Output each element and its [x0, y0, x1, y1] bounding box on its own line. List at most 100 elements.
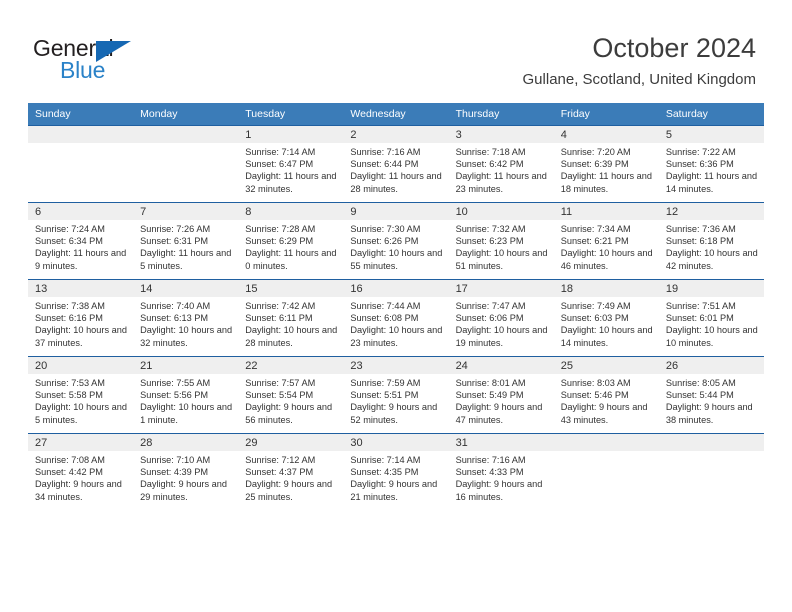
sunrise-text: Sunrise: 7:14 AM	[350, 455, 421, 465]
day-number	[133, 126, 239, 143]
calendar-day-cell[interactable]: 19 Sunrise: 7:51 AM Sunset: 6:01 PM Dayligh…	[658, 279, 764, 357]
weekday-header-saturday: Saturday	[658, 103, 764, 126]
calendar-day-cell[interactable]: 8 Sunrise: 7:28 AM Sunset: 6:29 PM Daylight…	[238, 202, 344, 280]
day-details: Sunrise: 7:47 AM Sunset: 6:06 PM Daylight:…	[449, 297, 554, 349]
calendar-day-cell[interactable]: 1 Sunrise: 7:14 AM Sunset: 6:47 PM Daylight…	[238, 125, 344, 203]
calendar-day-cell[interactable]: 3 Sunrise: 7:18 AM Sunset: 6:42 PM Daylight…	[448, 125, 554, 203]
calendar-day-cell[interactable]: 30 Sunrise: 7:14 AM Sunset: 4:35 PM Dayligh…	[343, 433, 449, 510]
day-details: Sunrise: 7:26 AM Sunset: 6:31 PM Daylight:…	[133, 220, 238, 272]
day-cell-inner: 21 Sunrise: 7:55 AM Sunset: 5:56 PM Dayligh…	[133, 357, 239, 433]
daylight-text: Daylight: 10 hours and 1 minute.	[140, 402, 233, 425]
calendar-day-cell[interactable]: 26 Sunrise: 8:05 AM Sunset: 5:44 PM Dayligh…	[658, 356, 764, 434]
sunrise-text: Sunrise: 7:59 AM	[350, 378, 421, 388]
sunset-text: Sunset: 5:58 PM	[35, 390, 103, 401]
calendar-day-cell[interactable]: 6 Sunrise: 7:24 AM Sunset: 6:34 PM Daylight…	[28, 202, 134, 280]
day-details: Sunrise: 7:44 AM Sunset: 6:08 PM Daylight:…	[343, 297, 448, 349]
calendar-day-cell[interactable]: 10 Sunrise: 7:32 AM Sunset: 6:23 PM Dayligh…	[448, 202, 554, 280]
day-cell-inner: 7 Sunrise: 7:26 AM Sunset: 6:31 PM Daylight…	[133, 203, 239, 279]
day-cell-inner: 17 Sunrise: 7:47 AM Sunset: 6:06 PM Dayligh…	[448, 280, 554, 356]
calendar-day-cell[interactable]: 18 Sunrise: 7:49 AM Sunset: 6:03 PM Dayligh…	[553, 279, 659, 357]
day-number: 25	[553, 357, 659, 374]
calendar-day-cell[interactable]: 16 Sunrise: 7:44 AM Sunset: 6:08 PM Dayligh…	[343, 279, 449, 357]
sunrise-sunset-calendar: Sunday Monday Tuesday Wednesday Thursday…	[28, 103, 764, 510]
calendar-week-row: 6 Sunrise: 7:24 AM Sunset: 6:34 PM Daylight…	[28, 202, 764, 280]
calendar-day-cell[interactable]: 14 Sunrise: 7:40 AM Sunset: 6:13 PM Dayligh…	[133, 279, 239, 357]
day-cell-inner	[28, 126, 134, 202]
sunset-text: Sunset: 5:54 PM	[245, 390, 314, 401]
calendar-day-cell[interactable]: 24 Sunrise: 8:01 AM Sunset: 5:49 PM Dayligh…	[448, 356, 554, 434]
calendar-day-cell-empty	[658, 433, 764, 510]
sunrise-text: Sunrise: 7:26 AM	[140, 224, 211, 234]
calendar-day-cell[interactable]: 25 Sunrise: 8:03 AM Sunset: 5:46 PM Dayligh…	[553, 356, 659, 434]
day-details: Sunrise: 7:32 AM Sunset: 6:23 PM Daylight:…	[449, 220, 554, 272]
calendar-day-cell[interactable]: 7 Sunrise: 7:26 AM Sunset: 6:31 PM Daylight…	[133, 202, 239, 280]
day-number: 8	[238, 203, 344, 220]
calendar-day-cell[interactable]: 23 Sunrise: 7:59 AM Sunset: 5:51 PM Dayligh…	[343, 356, 449, 434]
logo-text-blue: Blue	[60, 57, 106, 83]
day-number: 19	[658, 280, 764, 297]
day-number: 1	[238, 126, 344, 143]
day-cell-inner: 5 Sunrise: 7:22 AM Sunset: 6:36 PM Daylight…	[658, 126, 764, 202]
calendar-day-cell[interactable]: 9 Sunrise: 7:30 AM Sunset: 6:26 PM Daylight…	[343, 202, 449, 280]
sunset-text: Sunset: 6:47 PM	[245, 159, 314, 170]
daylight-text: Daylight: 11 hours and 0 minutes.	[245, 248, 337, 271]
day-cell-inner: 31 Sunrise: 7:16 AM Sunset: 4:33 PM Dayligh…	[448, 434, 554, 510]
calendar-day-cell-empty	[28, 125, 134, 203]
sunset-text: Sunset: 4:37 PM	[245, 467, 314, 478]
calendar-day-cell[interactable]: 22 Sunrise: 7:57 AM Sunset: 5:54 PM Dayligh…	[238, 356, 344, 434]
sunrise-text: Sunrise: 8:05 AM	[665, 378, 736, 388]
sunset-text: Sunset: 5:49 PM	[455, 390, 524, 401]
day-cell-inner: 28 Sunrise: 7:10 AM Sunset: 4:39 PM Dayligh…	[133, 434, 239, 510]
daylight-text: Daylight: 11 hours and 9 minutes.	[35, 248, 127, 271]
weekday-header-monday: Monday	[133, 103, 239, 126]
sunrise-text: Sunrise: 7:08 AM	[35, 455, 105, 465]
general-blue-logo[interactable]: General Blue	[33, 36, 293, 88]
calendar-day-cell[interactable]: 20 Sunrise: 7:53 AM Sunset: 5:58 PM Dayligh…	[28, 356, 134, 434]
daylight-text: Daylight: 10 hours and 46 minutes.	[560, 248, 653, 271]
daylight-text: Daylight: 10 hours and 10 minutes.	[665, 325, 758, 348]
calendar-day-cell[interactable]: 12 Sunrise: 7:36 AM Sunset: 6:18 PM Dayligh…	[658, 202, 764, 280]
calendar-header-row: Sunday Monday Tuesday Wednesday Thursday…	[28, 103, 764, 126]
calendar-day-cell[interactable]: 31 Sunrise: 7:16 AM Sunset: 4:33 PM Dayligh…	[448, 433, 554, 510]
calendar-week-row: 27 Sunrise: 7:08 AM Sunset: 4:42 PM Dayligh…	[28, 433, 764, 510]
calendar-day-cell[interactable]: 27 Sunrise: 7:08 AM Sunset: 4:42 PM Dayligh…	[28, 433, 134, 510]
calendar-day-cell[interactable]: 29 Sunrise: 7:12 AM Sunset: 4:37 PM Dayligh…	[238, 433, 344, 510]
day-number: 28	[133, 434, 239, 451]
day-number: 14	[133, 280, 239, 297]
sunset-text: Sunset: 5:56 PM	[140, 390, 209, 401]
calendar-day-cell[interactable]: 13 Sunrise: 7:38 AM Sunset: 6:16 PM Dayligh…	[28, 279, 134, 357]
sunset-text: Sunset: 6:06 PM	[455, 313, 524, 324]
day-number: 6	[28, 203, 134, 220]
day-cell-inner: 14 Sunrise: 7:40 AM Sunset: 6:13 PM Dayligh…	[133, 280, 239, 356]
day-number: 23	[343, 357, 449, 374]
day-cell-inner: 10 Sunrise: 7:32 AM Sunset: 6:23 PM Dayligh…	[448, 203, 554, 279]
day-number: 11	[553, 203, 659, 220]
sunset-text: Sunset: 6:21 PM	[560, 236, 629, 247]
day-number: 31	[448, 434, 554, 451]
day-cell-inner: 25 Sunrise: 8:03 AM Sunset: 5:46 PM Dayligh…	[553, 357, 659, 433]
daylight-text: Daylight: 11 hours and 32 minutes.	[245, 171, 337, 194]
day-cell-inner: 27 Sunrise: 7:08 AM Sunset: 4:42 PM Dayligh…	[28, 434, 134, 510]
calendar-day-cell[interactable]: 28 Sunrise: 7:10 AM Sunset: 4:39 PM Dayligh…	[133, 433, 239, 510]
daylight-text: Daylight: 9 hours and 38 minutes.	[665, 402, 753, 425]
calendar-day-cell[interactable]: 11 Sunrise: 7:34 AM Sunset: 6:21 PM Dayligh…	[553, 202, 659, 280]
sunset-text: Sunset: 5:44 PM	[665, 390, 734, 401]
calendar-day-cell[interactable]: 15 Sunrise: 7:42 AM Sunset: 6:11 PM Dayligh…	[238, 279, 344, 357]
calendar-day-cell[interactable]: 17 Sunrise: 7:47 AM Sunset: 6:06 PM Dayligh…	[448, 279, 554, 357]
calendar-day-cell[interactable]: 2 Sunrise: 7:16 AM Sunset: 6:44 PM Daylight…	[343, 125, 449, 203]
day-details: Sunrise: 7:55 AM Sunset: 5:56 PM Daylight:…	[133, 374, 238, 426]
day-number: 15	[238, 280, 344, 297]
weekday-header-sunday: Sunday	[28, 103, 134, 126]
calendar-day-cell[interactable]: 4 Sunrise: 7:20 AM Sunset: 6:39 PM Daylight…	[553, 125, 659, 203]
day-cell-inner: 16 Sunrise: 7:44 AM Sunset: 6:08 PM Dayligh…	[343, 280, 449, 356]
day-details: Sunrise: 7:24 AM Sunset: 6:34 PM Daylight:…	[28, 220, 133, 272]
day-cell-inner: 9 Sunrise: 7:30 AM Sunset: 6:26 PM Daylight…	[343, 203, 449, 279]
sunset-text: Sunset: 6:11 PM	[245, 313, 313, 324]
daylight-text: Daylight: 10 hours and 23 minutes.	[350, 325, 443, 348]
daylight-text: Daylight: 10 hours and 14 minutes.	[560, 325, 653, 348]
sunset-text: Sunset: 6:16 PM	[35, 313, 103, 324]
calendar-day-cell[interactable]: 21 Sunrise: 7:55 AM Sunset: 5:56 PM Dayligh…	[133, 356, 239, 434]
calendar-day-cell[interactable]: 5 Sunrise: 7:22 AM Sunset: 6:36 PM Daylight…	[658, 125, 764, 203]
sunrise-text: Sunrise: 7:18 AM	[455, 147, 526, 157]
calendar-day-cell-empty	[133, 125, 239, 203]
